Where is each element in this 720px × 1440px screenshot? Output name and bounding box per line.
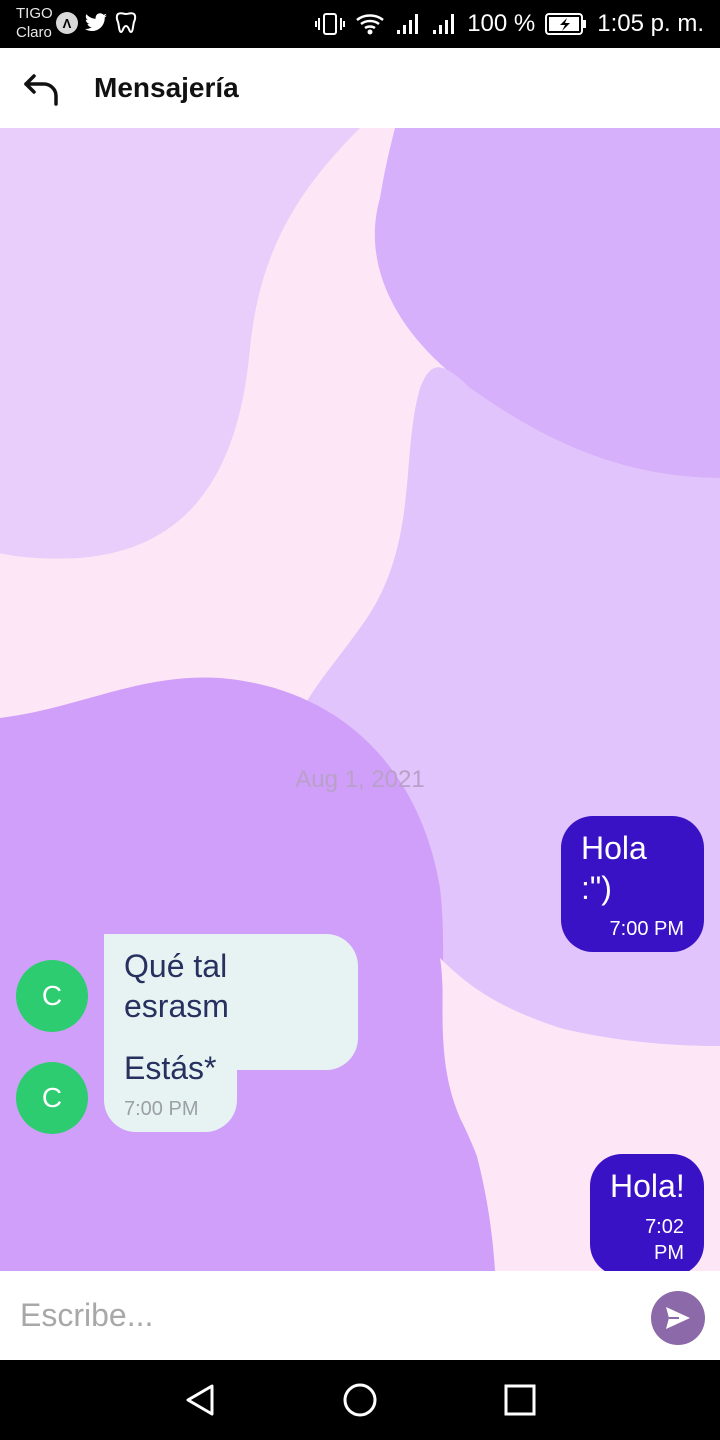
message-text: Estás*: [124, 1050, 217, 1086]
incoming-message[interactable]: Estás* 7:00 PM: [104, 1036, 237, 1132]
square-recents-icon: [504, 1384, 536, 1416]
app-notification-icon: Λ: [56, 12, 78, 34]
nav-back-button[interactable]: [176, 1376, 224, 1424]
send-icon: [666, 1307, 690, 1329]
message-composer: [0, 1271, 720, 1360]
tooth-icon: [115, 12, 137, 34]
outgoing-message[interactable]: Hola :") 7:00 PM: [561, 816, 704, 952]
clock: 1:05 p. m.: [597, 10, 704, 37]
message-input[interactable]: [20, 1291, 620, 1339]
triangle-back-icon: [186, 1384, 214, 1416]
outgoing-message[interactable]: Hola! 7:02 PM: [590, 1154, 704, 1271]
notification-icons: Λ: [56, 12, 138, 34]
page-title: Mensajería: [94, 72, 239, 103]
carrier-names: TIGO Claro: [16, 4, 53, 42]
app-bar: Mensajería: [0, 48, 720, 128]
carrier-1: TIGO: [16, 5, 53, 22]
battery-charging-icon: [545, 13, 587, 35]
avatar[interactable]: C: [16, 960, 88, 1032]
battery-percentage: 100 %: [467, 10, 536, 37]
wifi-icon: [356, 14, 385, 35]
vibrate-icon: [315, 13, 346, 35]
message-text: Hola!: [610, 1168, 685, 1204]
carrier-2: Claro: [16, 24, 52, 41]
nav-home-button[interactable]: [336, 1376, 384, 1424]
twitter-icon: [85, 13, 107, 32]
system-navigation-bar: [0, 1360, 720, 1440]
date-separator: Aug 1, 2021: [295, 766, 425, 793]
status-bar: TIGO Claro Λ 100 % 1:05 p. m.: [0, 0, 720, 48]
system-icons: 100 % 1:05 p. m.: [315, 10, 704, 38]
message-text: Hola :"): [581, 830, 647, 906]
send-button[interactable]: [651, 1291, 705, 1345]
circle-home-icon: [343, 1383, 377, 1417]
nav-recents-button[interactable]: [496, 1376, 544, 1424]
back-button[interactable]: [18, 68, 66, 112]
signal-icon-1: [397, 14, 419, 34]
avatar[interactable]: C: [16, 1062, 88, 1134]
back-arrow-icon: [24, 74, 58, 106]
chat-area[interactable]: Aug 1, 2021 Hola :") 7:00 PM C Qué tal e…: [0, 128, 720, 1271]
message-text: Qué tal esrasm: [124, 948, 229, 1024]
message-time: 7:02 PM: [645, 1216, 684, 1264]
signal-icon-2: [433, 14, 455, 34]
message-time: 7:00 PM: [609, 918, 684, 940]
message-time: 7:00 PM: [124, 1098, 199, 1120]
